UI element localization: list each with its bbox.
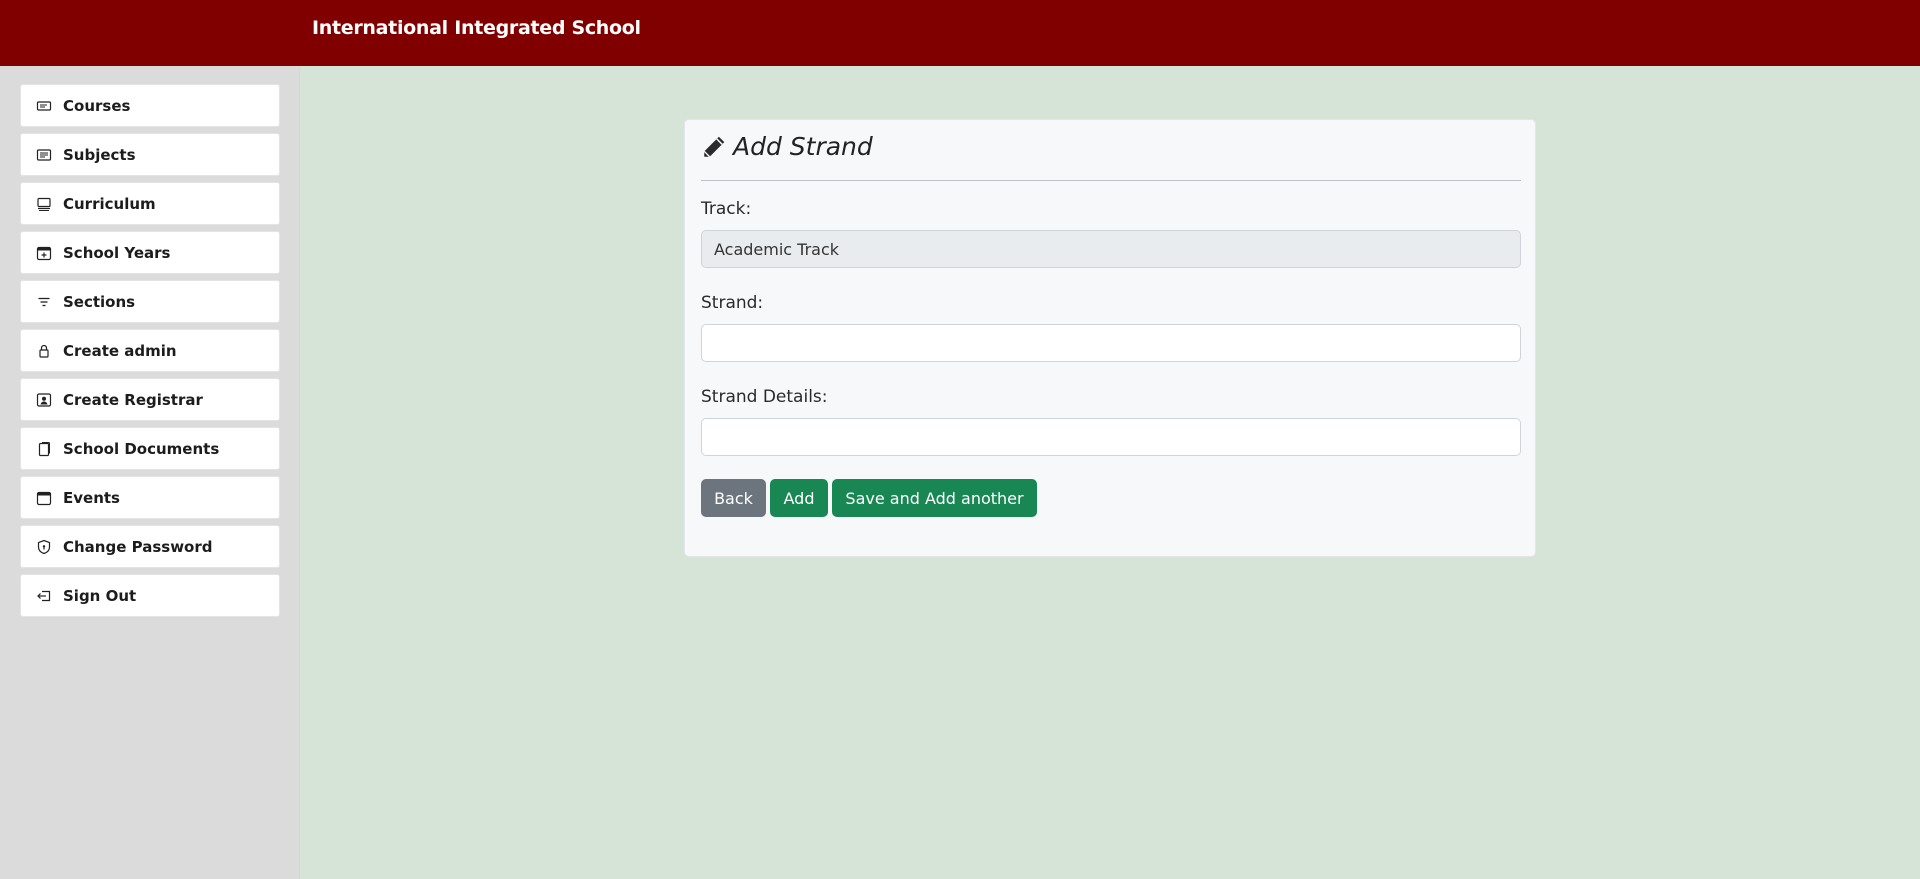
school-name: International Integrated School bbox=[312, 17, 641, 39]
sidebar-item-label: Subjects bbox=[63, 145, 136, 164]
sidebar-item-label: Sections bbox=[63, 292, 136, 311]
sidebar-item-label: Change Password bbox=[63, 537, 213, 556]
strand-details-input[interactable] bbox=[701, 418, 1521, 456]
back-button[interactable]: Back bbox=[701, 479, 766, 517]
sidebar-item-sections[interactable]: Sections bbox=[20, 280, 280, 323]
sidebar-item-create-registrar[interactable]: Create Registrar bbox=[20, 378, 280, 421]
add-strand-card: Add Strand Track: Strand: Strand Details… bbox=[684, 119, 1536, 557]
strand-details-label: Strand Details: bbox=[701, 387, 828, 407]
sidebar-item-school-documents[interactable]: School Documents bbox=[20, 427, 280, 470]
shield-lock-icon bbox=[35, 538, 53, 556]
page-title: Add Strand bbox=[733, 132, 873, 161]
card-header: Add Strand bbox=[701, 132, 873, 161]
person-badge-icon bbox=[35, 391, 53, 409]
sidebar-item-label: Sign Out bbox=[63, 586, 137, 605]
sidebar-item-sign-out[interactable]: Sign Out bbox=[20, 574, 280, 617]
top-header-bar: International Integrated School bbox=[0, 0, 1920, 66]
documents-icon bbox=[35, 440, 53, 458]
sidebar-item-curriculum[interactable]: Curriculum bbox=[20, 182, 280, 225]
strand-input[interactable] bbox=[701, 324, 1521, 362]
save-and-add-another-button[interactable]: Save and Add another bbox=[832, 479, 1037, 517]
sidebar-item-label: School Documents bbox=[63, 439, 220, 458]
sidebar-item-events[interactable]: Events bbox=[20, 476, 280, 519]
add-button[interactable]: Add bbox=[770, 479, 828, 517]
sidebar-item-label: Create Registrar bbox=[63, 390, 203, 409]
sidebar-item-change-password[interactable]: Change Password bbox=[20, 525, 280, 568]
track-field[interactable] bbox=[701, 230, 1521, 268]
track-label: Track: bbox=[701, 199, 752, 219]
divider bbox=[701, 180, 1521, 181]
sidebar-item-label: Events bbox=[63, 488, 120, 507]
pencil-icon bbox=[703, 136, 725, 157]
list-card-icon bbox=[35, 146, 53, 164]
lock-icon bbox=[35, 342, 53, 360]
sidebar-item-label: School Years bbox=[63, 243, 171, 262]
sidebar: Courses Subjects Curriculum School Years… bbox=[0, 66, 300, 879]
sign-out-icon bbox=[35, 587, 53, 605]
sidebar-item-school-years[interactable]: School Years bbox=[20, 231, 280, 274]
sidebar-item-label: Curriculum bbox=[63, 194, 156, 213]
calendar-icon bbox=[35, 489, 53, 507]
ticket-icon bbox=[35, 97, 53, 115]
filter-icon bbox=[35, 293, 53, 311]
sidebar-item-create-admin[interactable]: Create admin bbox=[20, 329, 280, 372]
sidebar-item-label: Courses bbox=[63, 96, 131, 115]
sidebar-item-subjects[interactable]: Subjects bbox=[20, 133, 280, 176]
strand-label: Strand: bbox=[701, 293, 764, 313]
sidebar-item-courses[interactable]: Courses bbox=[20, 84, 280, 127]
sidebar-item-label: Create admin bbox=[63, 341, 177, 360]
layers-icon bbox=[35, 195, 53, 213]
calendar-plus-icon bbox=[35, 244, 53, 262]
